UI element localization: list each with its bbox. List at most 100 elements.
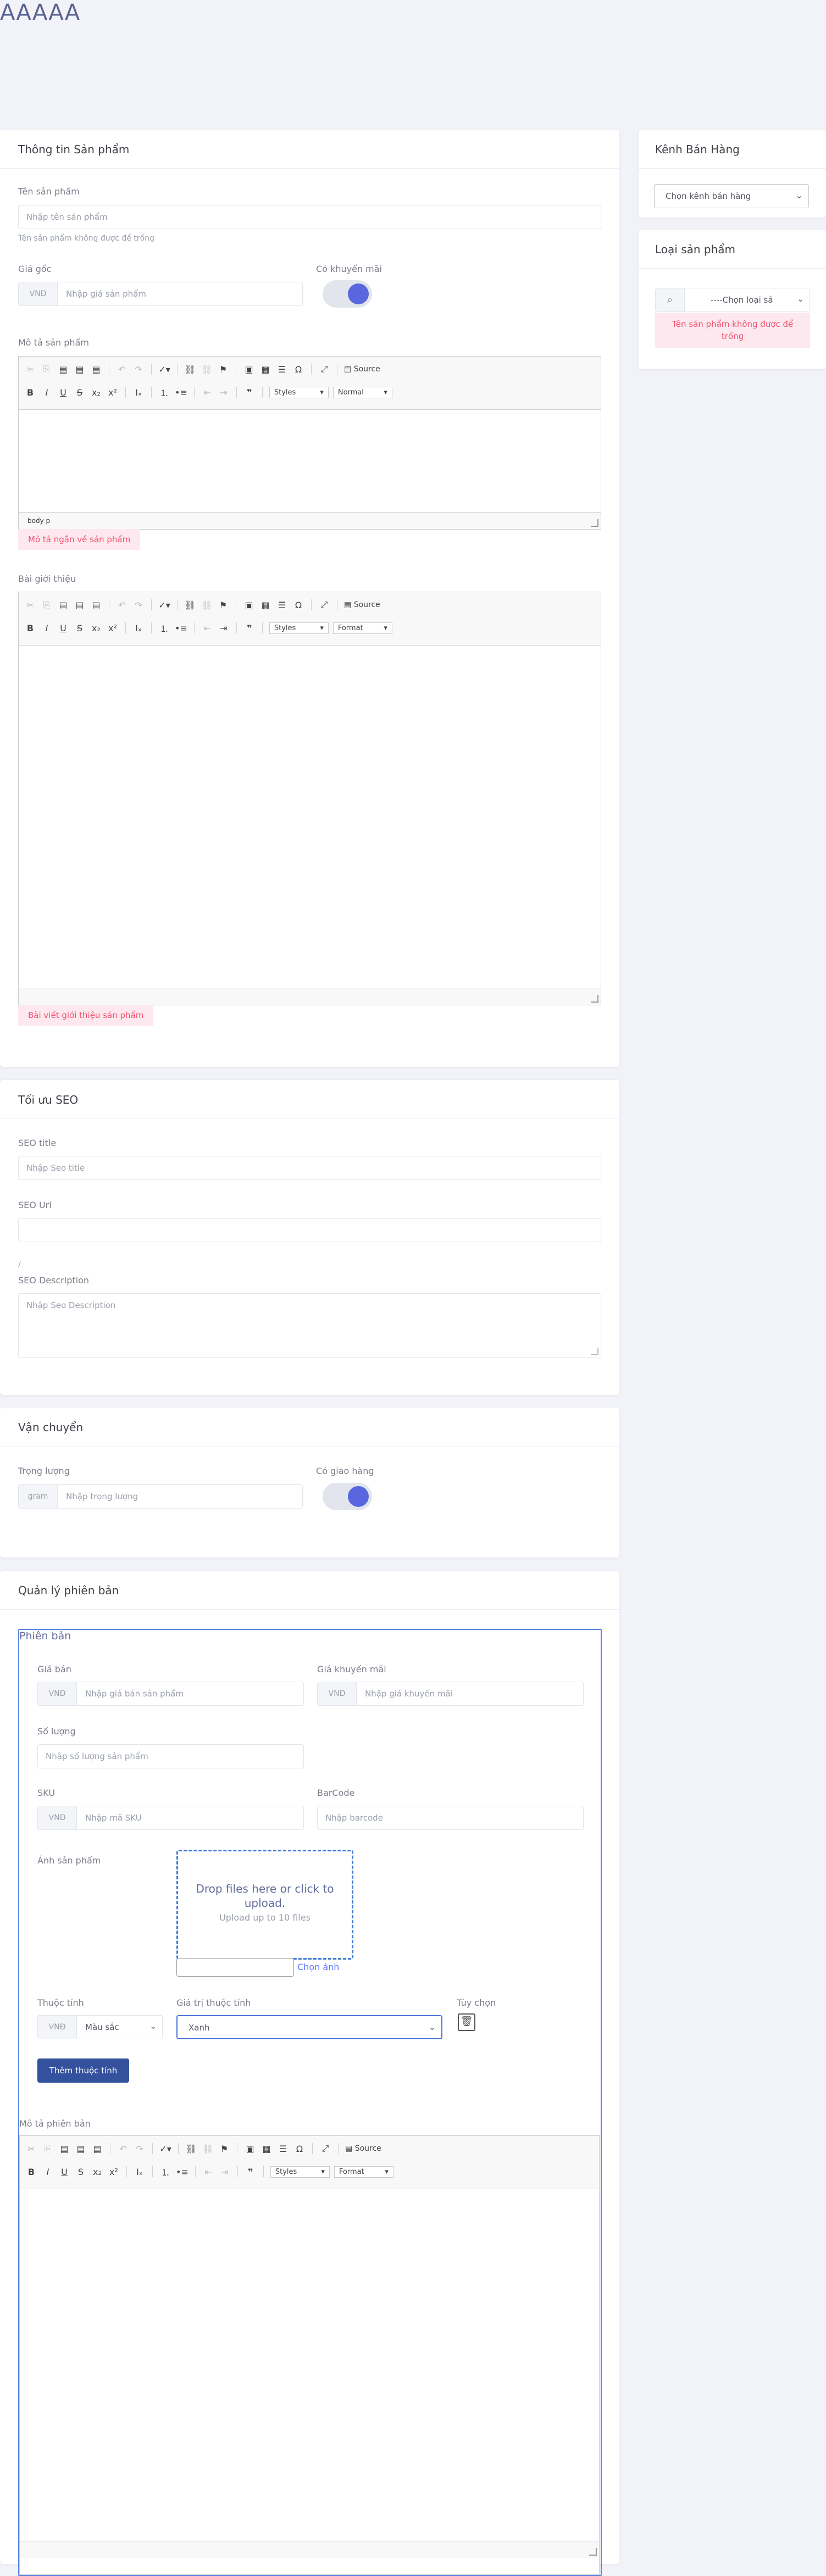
source-button[interactable]: ▤ Source (344, 365, 380, 374)
weight-input[interactable]: gram Nhập trọng lượng (18, 1484, 303, 1509)
resize-handle-icon[interactable] (589, 2548, 597, 2556)
indent-icon[interactable]: ⇥ (218, 623, 230, 633)
image-dropzone[interactable]: Drop files here or click to upload. Uplo… (176, 1850, 353, 1960)
hr-icon[interactable]: ☰ (276, 364, 288, 375)
image-icon[interactable]: ▣ (243, 364, 255, 375)
superscript-icon[interactable]: x² (107, 387, 119, 398)
bold-icon[interactable]: B (25, 2167, 37, 2177)
italic-icon[interactable]: I (41, 387, 53, 398)
remove-format-icon[interactable]: Iₓ (132, 623, 145, 633)
promo-price-input[interactable]: VNĐ Nhập giá khuyến mãi (317, 1682, 584, 1706)
styles-dropdown[interactable]: Styles ▾ (270, 2166, 330, 2178)
bold-icon[interactable]: B (24, 623, 36, 633)
table-icon[interactable]: ▦ (259, 364, 271, 375)
italic-icon[interactable]: I (42, 2167, 54, 2177)
resize-handle-icon[interactable] (591, 995, 598, 1003)
indent-icon[interactable]: ⇥ (218, 387, 230, 398)
subscript-icon[interactable]: x₂ (90, 387, 102, 398)
seo-url-input[interactable] (18, 1218, 601, 1242)
version-description-editor[interactable]: ✂ ⎘ ▤ ▤ ▤ ↶ ↷ ✓▾ ⛓ ⛓ ⚑ ▣ ▦ ☰ Ω ⤢ ▤ Sourc… (19, 2135, 600, 2575)
subscript-icon[interactable]: x₂ (90, 623, 102, 633)
paste-text-icon[interactable]: ▤ (74, 364, 86, 375)
blockquote-icon[interactable]: ❞ (243, 387, 256, 398)
intro-editor[interactable]: ✂ ⎘ ▤ ▤ ▤ ↶ ↷ ✓▾ ⛓ ⛓ ⚑ ▣ ▦ ☰ Ω ⤢ ▤ Sourc… (18, 592, 601, 1005)
sales-channel-select[interactable]: Chọn kênh bán hàng ⌄ (654, 184, 809, 208)
table-icon[interactable]: ▦ (259, 600, 271, 610)
remove-format-icon[interactable]: Iₓ (134, 2167, 146, 2177)
indent-icon[interactable]: ⇥ (219, 2167, 231, 2177)
maximize-icon[interactable]: ⤢ (318, 599, 330, 610)
price-input[interactable]: VNĐ Nhập giá sản phẩm (18, 282, 303, 306)
superscript-icon[interactable]: x² (108, 2167, 120, 2177)
hr-icon[interactable]: ☰ (277, 2144, 289, 2154)
hr-icon[interactable]: ☰ (276, 600, 288, 610)
italic-icon[interactable]: I (41, 623, 53, 633)
resize-handle-icon[interactable] (591, 1348, 598, 1355)
copy-icon[interactable]: ⎘ (41, 364, 53, 375)
numbered-list-icon[interactable]: ⒈ (158, 621, 170, 635)
format-dropdown[interactable]: Format ▾ (332, 622, 392, 634)
sku-input[interactable]: VNĐ Nhập mã SKU (37, 1806, 304, 1830)
superscript-icon[interactable]: x² (107, 623, 119, 633)
unlink-icon[interactable]: ⛓ (201, 600, 213, 610)
bulleted-list-icon[interactable]: •≡ (176, 2167, 189, 2177)
choose-image-link[interactable]: Chọn ảnh (297, 1962, 339, 1972)
undo-icon[interactable]: ↶ (116, 600, 128, 610)
anchor-icon[interactable]: ⚑ (218, 2144, 230, 2154)
special-char-icon[interactable]: Ω (292, 364, 304, 375)
outdent-icon[interactable]: ⇤ (201, 387, 213, 398)
paste-icon[interactable]: ▤ (58, 2144, 70, 2154)
paste-text-icon[interactable]: ▤ (75, 2144, 87, 2154)
outdent-icon[interactable]: ⇤ (201, 623, 213, 633)
seo-title-input[interactable]: Nhập Seo title (18, 1156, 601, 1180)
source-button[interactable]: ▤ Source (345, 2144, 381, 2153)
cut-icon[interactable]: ✂ (24, 600, 36, 610)
underline-icon[interactable]: U (58, 2167, 70, 2177)
underline-icon[interactable]: U (57, 387, 69, 398)
delivery-toggle[interactable] (323, 1483, 372, 1510)
paste-word-icon[interactable]: ▤ (91, 2144, 103, 2154)
spellcheck-icon[interactable]: ✓▾ (158, 364, 170, 375)
trash-icon[interactable]: 🗑 (458, 2013, 475, 2031)
format-dropdown[interactable]: Normal ▾ (332, 386, 392, 398)
sale-price-input[interactable]: VNĐ Nhập giá bán sản phẩm (37, 1682, 304, 1706)
special-char-icon[interactable]: Ω (293, 2144, 306, 2154)
unlink-icon[interactable]: ⛓ (202, 2144, 214, 2154)
promo-toggle[interactable] (323, 280, 372, 308)
seo-description-textarea[interactable]: Nhập Seo Description (18, 1293, 601, 1358)
cut-icon[interactable]: ✂ (25, 2144, 37, 2154)
product-name-input[interactable]: Nhập tên sản phẩm (18, 205, 601, 229)
maximize-icon[interactable]: ⤢ (319, 2143, 331, 2154)
styles-dropdown[interactable]: Styles ▾ (269, 622, 329, 634)
add-attribute-button[interactable]: Thêm thuộc tính (37, 2058, 129, 2083)
bulleted-list-icon[interactable]: •≡ (175, 387, 187, 398)
styles-dropdown[interactable]: Styles ▾ (269, 386, 329, 398)
spellcheck-icon[interactable]: ✓▾ (158, 600, 170, 610)
resize-handle-icon[interactable] (591, 519, 598, 527)
copy-icon[interactable]: ⎘ (42, 2143, 54, 2154)
anchor-icon[interactable]: ⚑ (217, 600, 229, 610)
blockquote-icon[interactable]: ❞ (245, 2167, 257, 2177)
special-char-icon[interactable]: Ω (292, 600, 304, 610)
outdent-icon[interactable]: ⇤ (202, 2167, 214, 2177)
remove-format-icon[interactable]: Iₓ (132, 387, 145, 398)
cut-icon[interactable]: ✂ (24, 364, 36, 375)
anchor-icon[interactable]: ⚑ (217, 364, 229, 375)
redo-icon[interactable]: ↷ (132, 364, 145, 375)
link-icon[interactable]: ⛓ (184, 364, 196, 375)
subscript-icon[interactable]: x₂ (91, 2167, 103, 2177)
image-icon[interactable]: ▣ (243, 600, 255, 610)
attribute-value-select[interactable]: Xanh ⌄ (176, 2015, 442, 2039)
link-icon[interactable]: ⛓ (184, 600, 196, 610)
paste-icon[interactable]: ▤ (57, 364, 69, 375)
format-dropdown[interactable]: Format ▾ (334, 2166, 393, 2178)
strike-icon[interactable]: S (75, 2167, 87, 2177)
numbered-list-icon[interactable]: ⒈ (159, 2165, 171, 2178)
paste-text-icon[interactable]: ▤ (74, 600, 86, 610)
paste-word-icon[interactable]: ▤ (90, 364, 102, 375)
strike-icon[interactable]: S (74, 623, 86, 633)
description-editor[interactable]: ✂ ⎘ ▤ ▤ ▤ ↶ ↷ ✓▾ ⛓ ⛓ ⚑ ▣ ▦ ☰ Ω ⤢ ▤ Sourc… (18, 356, 601, 530)
underline-icon[interactable]: U (57, 623, 69, 633)
image-icon[interactable]: ▣ (244, 2144, 256, 2154)
table-icon[interactable]: ▦ (260, 2144, 273, 2154)
